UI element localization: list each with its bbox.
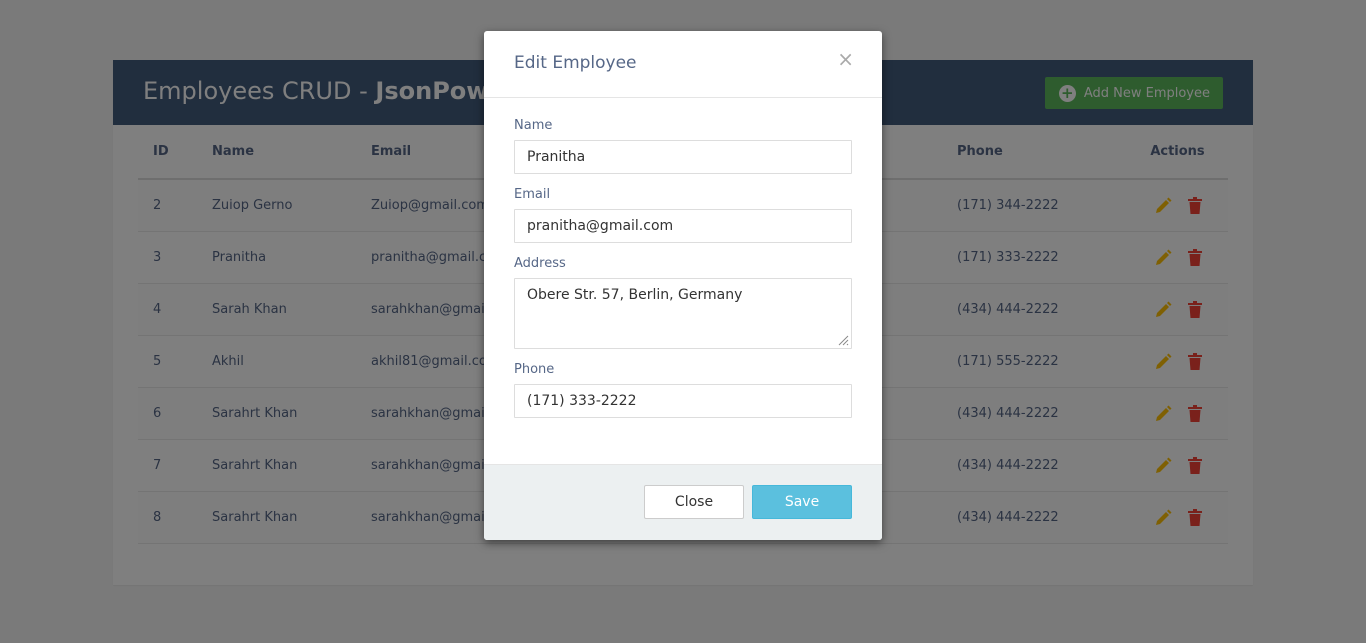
close-icon[interactable]: × xyxy=(837,49,854,69)
name-label: Name xyxy=(514,118,553,133)
phone-input[interactable]: (171) 333-2222 xyxy=(514,384,852,418)
save-button[interactable]: Save xyxy=(752,485,852,519)
name-field-group: Name Pranitha xyxy=(514,118,852,174)
address-textarea[interactable]: Obere Str. 57, Berlin, Germany xyxy=(514,278,852,349)
modal-body: Name Pranitha Email pranitha@gmail.com A… xyxy=(484,98,882,418)
close-button[interactable]: Close xyxy=(644,485,744,519)
email-label: Email xyxy=(514,187,551,202)
address-value: Obere Str. 57, Berlin, Germany xyxy=(527,287,743,303)
email-input[interactable]: pranitha@gmail.com xyxy=(514,209,852,243)
phone-field-group: Phone (171) 333-2222 xyxy=(514,362,852,418)
edit-employee-modal: Edit Employee × Name Pranitha Email pran… xyxy=(484,31,882,540)
resize-grip-icon[interactable] xyxy=(837,334,849,346)
address-field-group: Address Obere Str. 57, Berlin, Germany xyxy=(514,256,852,349)
phone-label: Phone xyxy=(514,362,555,377)
modal-header: Edit Employee × xyxy=(484,31,882,98)
name-input[interactable]: Pranitha xyxy=(514,140,852,174)
modal-title: Edit Employee xyxy=(514,53,637,73)
email-field-group: Email pranitha@gmail.com xyxy=(514,187,852,243)
address-label: Address xyxy=(514,256,566,271)
modal-footer: Close Save xyxy=(484,464,882,540)
